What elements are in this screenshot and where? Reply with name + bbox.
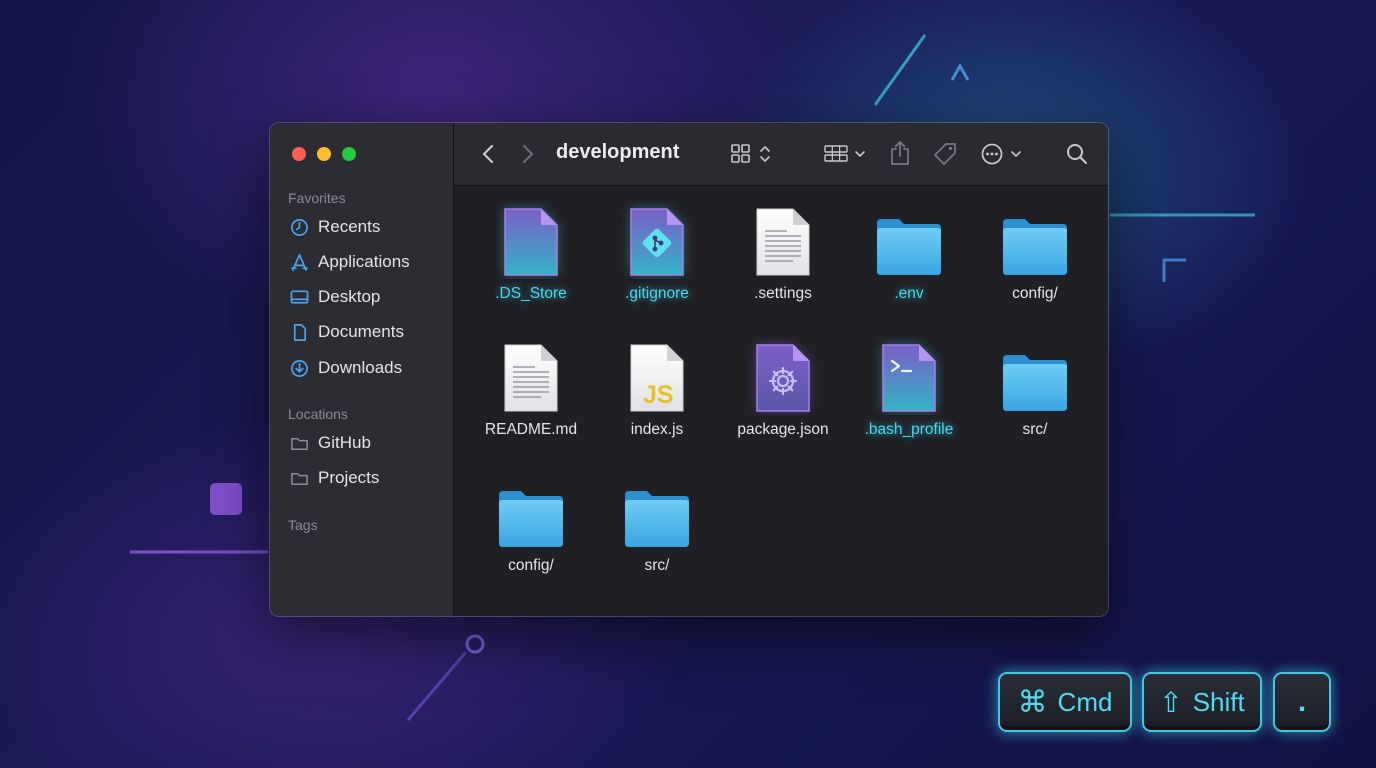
folder-item-src[interactable]: src/ <box>594 473 720 575</box>
file-name: package.json <box>737 421 829 438</box>
sidebar-item-label: GitHub <box>318 433 371 452</box>
share-button[interactable] <box>888 139 912 167</box>
sidebar-section-favorites: Favorites <box>288 190 346 206</box>
file-name: README.md <box>484 421 578 438</box>
keyboard-shortcut: ⌘ Cmd ⇧ Shift . <box>0 672 1376 732</box>
clock-icon <box>291 218 308 236</box>
folder-icon <box>877 219 941 275</box>
sidebar-section-locations: Locations <box>288 406 348 422</box>
group-icon <box>824 145 865 162</box>
file-item-package-json[interactable]: package.json <box>720 337 846 439</box>
file-name: config/ <box>508 557 554 574</box>
command-icon: ⌘ <box>1017 685 1048 719</box>
sidebar-item-label: Projects <box>318 468 380 487</box>
sidebar-item-label: Downloads <box>318 358 403 377</box>
chevron-left-icon <box>482 144 494 164</box>
sidebar-item-documents[interactable]: Documents <box>290 318 404 346</box>
sidebar-item-label: Applications <box>318 252 410 271</box>
sidebar-item-github[interactable]: GitHub <box>290 429 371 457</box>
file-item-bash-profile[interactable]: .bash_profile <box>846 337 972 439</box>
view-mode-button[interactable] <box>730 141 774 167</box>
shift-key-label: Shift <box>1192 686 1245 717</box>
window-title: development <box>556 141 680 163</box>
search-button[interactable] <box>1064 141 1090 167</box>
shift-key: ⇧ Shift <box>1142 672 1262 732</box>
grid-view-icon <box>731 144 770 163</box>
folder-icon <box>291 472 308 485</box>
folder-icon <box>291 437 308 450</box>
sidebar-item-label: Desktop <box>318 287 381 306</box>
close-button[interactable] <box>292 147 306 161</box>
folder-icon <box>1003 355 1067 411</box>
sidebar: Favorites Recents Applications Desktop D… <box>270 123 454 616</box>
text-file-icon <box>504 344 558 412</box>
sidebar-item-recents[interactable]: Recents <box>290 213 380 241</box>
more-actions-button[interactable] <box>980 141 1026 167</box>
chevron-right-icon <box>522 144 534 164</box>
file-item-index-js[interactable]: JS index.js <box>594 337 720 439</box>
document-icon <box>293 323 307 341</box>
terminal-file-icon <box>882 344 936 412</box>
gear-file-icon <box>756 344 810 412</box>
tag-button[interactable] <box>932 141 958 167</box>
folder-icon <box>625 491 689 547</box>
minimize-button[interactable] <box>317 147 331 161</box>
sidebar-item-desktop[interactable]: Desktop <box>290 283 380 311</box>
file-item-gitignore[interactable]: .gitignore <box>594 201 720 303</box>
file-name: config/ <box>1012 285 1058 302</box>
file-name: .settings <box>754 285 812 302</box>
file-name: .env <box>894 285 924 302</box>
zoom-button[interactable] <box>342 147 356 161</box>
git-file-icon <box>630 208 684 276</box>
file-name: src/ <box>644 557 670 574</box>
cmd-key-label: Cmd <box>1057 686 1113 717</box>
sidebar-item-applications[interactable]: Applications <box>290 248 410 276</box>
file-item-readme[interactable]: README.md <box>468 337 594 439</box>
folder-icon <box>499 491 563 547</box>
forward-button[interactable] <box>516 142 540 166</box>
shift-icon: ⇧ <box>1159 686 1183 718</box>
folder-item-config[interactable]: config/ <box>468 473 594 575</box>
sidebar-section-tags: Tags <box>288 517 318 533</box>
download-icon <box>291 359 308 377</box>
js-badge: JS <box>643 381 674 409</box>
sidebar-item-label: Recents <box>318 217 381 236</box>
folder-icon <box>1003 219 1067 275</box>
window-controls <box>292 147 356 161</box>
hidden-file-icon <box>504 208 558 276</box>
sidebar-item-downloads[interactable]: Downloads <box>290 354 402 382</box>
sidebar-item-projects[interactable]: Projects <box>290 464 379 492</box>
tag-icon <box>934 143 956 165</box>
file-name: .bash_profile <box>864 421 954 438</box>
search-icon <box>1067 144 1088 165</box>
text-file-icon <box>756 208 810 276</box>
file-name: src/ <box>1022 421 1048 438</box>
toolbar: development <box>454 123 1108 186</box>
finder-window: Favorites Recents Applications Desktop D… <box>269 122 1109 617</box>
folder-item-env[interactable]: .env <box>846 201 972 303</box>
share-icon <box>891 141 909 165</box>
folder-item-src[interactable]: src/ <box>972 337 1098 439</box>
file-name: .gitignore <box>625 285 689 302</box>
cmd-key: ⌘ Cmd <box>998 672 1132 732</box>
period-key: . <box>1273 672 1331 732</box>
period-key-label: . <box>1297 685 1307 718</box>
folder-item-config[interactable]: config/ <box>972 201 1098 303</box>
back-button[interactable] <box>476 142 500 166</box>
desktop-icon <box>290 289 309 304</box>
sidebar-item-label: Documents <box>318 322 404 341</box>
file-browser: development .DS_Store .gitignore .settin… <box>454 123 1108 616</box>
file-item-ds-store[interactable]: .DS_Store <box>468 201 594 303</box>
file-item-settings[interactable]: .settings <box>720 201 846 303</box>
file-name: index.js <box>630 421 684 438</box>
applications-icon <box>291 253 308 271</box>
group-button[interactable] <box>824 141 868 167</box>
ellipsis-circle-icon <box>981 143 1021 165</box>
file-name: .DS_Store <box>495 285 567 302</box>
